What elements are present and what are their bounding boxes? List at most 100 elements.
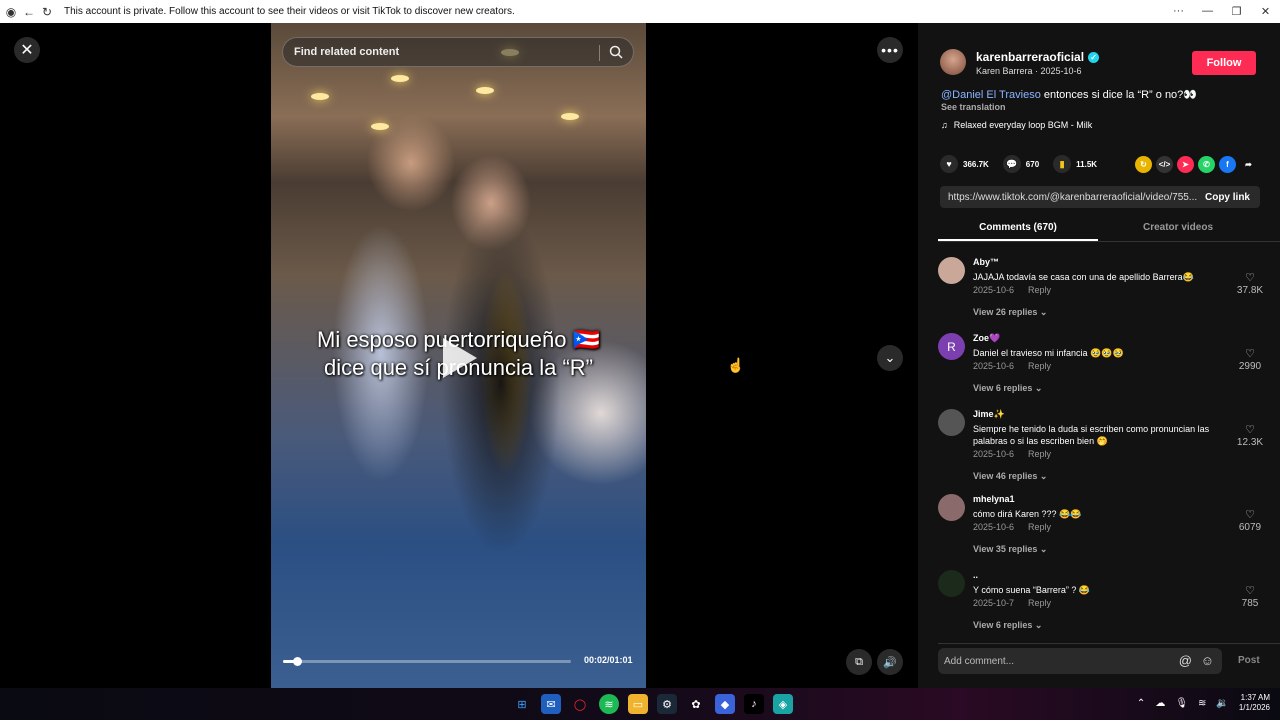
search-icon[interactable] [609,45,623,59]
comment-like-count: 12.3K [1236,437,1264,448]
tab-comments[interactable]: Comments (670) [938,216,1098,241]
tiktok-icon[interactable]: ♪ [744,694,764,714]
send-icon[interactable]: ➤ [1177,156,1194,173]
roblox-icon[interactable]: ◆ [715,694,735,714]
comment-input[interactable]: Add comment... @ ☺ [938,648,1222,674]
back-arrow-icon[interactable]: ← [22,5,36,19]
close-video-button[interactable]: ✕ [14,37,40,63]
progress-knob[interactable] [293,657,303,666]
view-replies-button[interactable]: View 35 replies ⌄ [973,544,1047,555]
post-comment-button[interactable]: Post [1238,655,1260,666]
microphone-icon[interactable]: 🎙 [1175,698,1188,709]
author-display-line: Karen Barrera · 2025-10-6 [976,66,1082,76]
music-title: Relaxed everyday loop BGM - Milk [953,120,1093,130]
comment-like-button[interactable]: ♡ 2990 [1228,347,1272,372]
outlook-icon[interactable]: ✉ [541,694,561,714]
commenter-avatar[interactable] [938,257,965,284]
play-icon[interactable] [443,338,477,378]
view-replies-button[interactable]: View 6 replies ⌄ [973,383,1042,394]
more-options-button[interactable]: ••• [877,37,903,63]
heart-outline-icon: ♡ [1245,585,1255,597]
volume-icon[interactable]: 🔉 [1216,698,1228,709]
floating-player-icon: ⧉ [855,655,863,668]
comment-button[interactable]: 💬 670 [1002,155,1039,173]
comment-text: Daniel el travieso mi infancia 🥹🥹🥹 [973,348,1124,358]
follow-button[interactable]: Follow [1192,51,1256,75]
commenter-avatar[interactable]: R [938,333,965,360]
comment-text: JAJAJA todavía se casa con una de apelli… [973,272,1194,282]
opera-icon[interactable]: ◯ [570,694,590,714]
wifi-icon[interactable]: ≋ [1198,698,1206,709]
whatsapp-icon[interactable]: ✆ [1198,156,1215,173]
hand-cursor-icon: ☝ [727,357,745,373]
restore-button[interactable]: ❐ [1222,5,1251,18]
save-count: 11.5K [1076,159,1098,169]
app-icon[interactable]: ◈ [773,694,793,714]
windows-start-icon[interactable]: ⊞ [512,694,532,714]
floating-player-button[interactable]: ⧉ [846,649,872,675]
music-link[interactable]: ♫ Relaxed everyday loop BGM - Milk [941,120,1092,130]
mention-link[interactable]: @Daniel El Travieso [941,89,1041,101]
view-replies-button[interactable]: View 26 replies ⌄ [973,307,1047,318]
search-input[interactable]: Find related content [282,37,634,67]
comment-like-button[interactable]: ♡ 12.3K [1228,423,1272,448]
spotify-icon[interactable]: ≋ [599,694,619,714]
mention-icon[interactable]: @ [1179,653,1192,668]
commenter-name[interactable]: Zoe💜 [973,333,1000,344]
comment-like-button[interactable]: ♡ 37.8K [1228,271,1272,296]
view-replies-button[interactable]: View 6 replies ⌄ [973,620,1042,631]
commenter-name[interactable]: Aby™ [973,257,999,267]
video-player[interactable]: Find related content Mi esposo puertorri… [271,23,646,688]
embed-icon[interactable]: </> [1156,156,1173,173]
comment-placeholder: Add comment... [944,655,1015,667]
heart-outline-icon: ♡ [1245,424,1255,436]
commenter-avatar[interactable] [938,570,965,597]
reply-button[interactable]: Reply [1028,522,1051,532]
bookmark-icon: ▮ [1053,155,1072,173]
facebook-icon[interactable]: f [1219,156,1236,173]
commenter-name[interactable]: Jime✨ [973,409,1005,420]
reload-icon[interactable]: ↻ [40,5,54,19]
close-icon: ✕ [20,42,34,59]
system-tray: ⌃ ☁ 🎙 ≋ 🔉 1:37 AM 1/1/2026 [1137,693,1270,713]
volume-button[interactable]: 🔊 [877,649,903,675]
steam-icon[interactable]: ⚙ [657,694,677,714]
windows-taskbar: ⊞ ✉ ◯ ≋ ▭ ⚙ ✿ ◆ ♪ ◈ ⌃ ☁ 🎙 ≋ 🔉 1:37 AM 1/… [0,688,1280,720]
reply-button[interactable]: Reply [1028,598,1051,608]
reply-button[interactable]: Reply [1028,449,1051,459]
see-translation-link[interactable]: See translation [941,102,1006,112]
save-button[interactable]: ▮ 11.5K [1053,155,1097,173]
video-stage: ✕ Find related content Mi esposo puertor… [0,23,918,688]
commenter-avatar[interactable] [938,494,965,521]
comment-like-button[interactable]: ♡ 6079 [1228,508,1272,533]
repost-icon[interactable]: ↻ [1135,156,1152,173]
tab-creator-videos[interactable]: Creator videos [1098,216,1258,241]
comment-like-count: 785 [1241,598,1259,609]
commenter-name[interactable]: mhelyna1 [973,494,1015,504]
commenter-name[interactable]: .. [973,570,978,580]
minimize-button[interactable]: — [1193,5,1222,18]
network-icon[interactable]: ☁ [1155,698,1165,709]
copy-link-button[interactable]: Copy link [1205,192,1250,203]
chatgpt-icon[interactable]: ✿ [686,694,706,714]
author-username[interactable]: karenbarreraoficial ✓ [976,50,1100,64]
window-menu-button[interactable]: ··· [1164,5,1193,18]
speaker-icon: 🔊 [883,656,897,669]
reply-button[interactable]: Reply [1028,285,1051,295]
comment-text: cómo dirá Karen ??? 😂😂 [973,509,1082,519]
avatar[interactable] [940,49,966,75]
like-button[interactable]: ♥ 366.7K [940,155,989,173]
chevron-up-icon[interactable]: ⌃ [1137,698,1145,709]
file-explorer-icon[interactable]: ▭ [628,694,648,714]
view-replies-button[interactable]: View 46 replies ⌄ [973,471,1047,482]
comment-like-button[interactable]: ♡ 785 [1228,584,1272,609]
video-progress-bar[interactable] [283,657,571,666]
close-window-button[interactable]: ✕ [1251,5,1280,18]
commenter-avatar[interactable] [938,409,965,436]
share-arrow-icon[interactable]: ➦ [1240,156,1257,173]
reply-button[interactable]: Reply [1028,361,1051,371]
clock[interactable]: 1:37 AM 1/1/2026 [1239,693,1270,713]
emoji-icon[interactable]: ☺ [1201,653,1214,668]
comment-date: 2025-10-6 [973,449,1015,459]
next-video-button[interactable]: ⌄ [877,345,903,371]
